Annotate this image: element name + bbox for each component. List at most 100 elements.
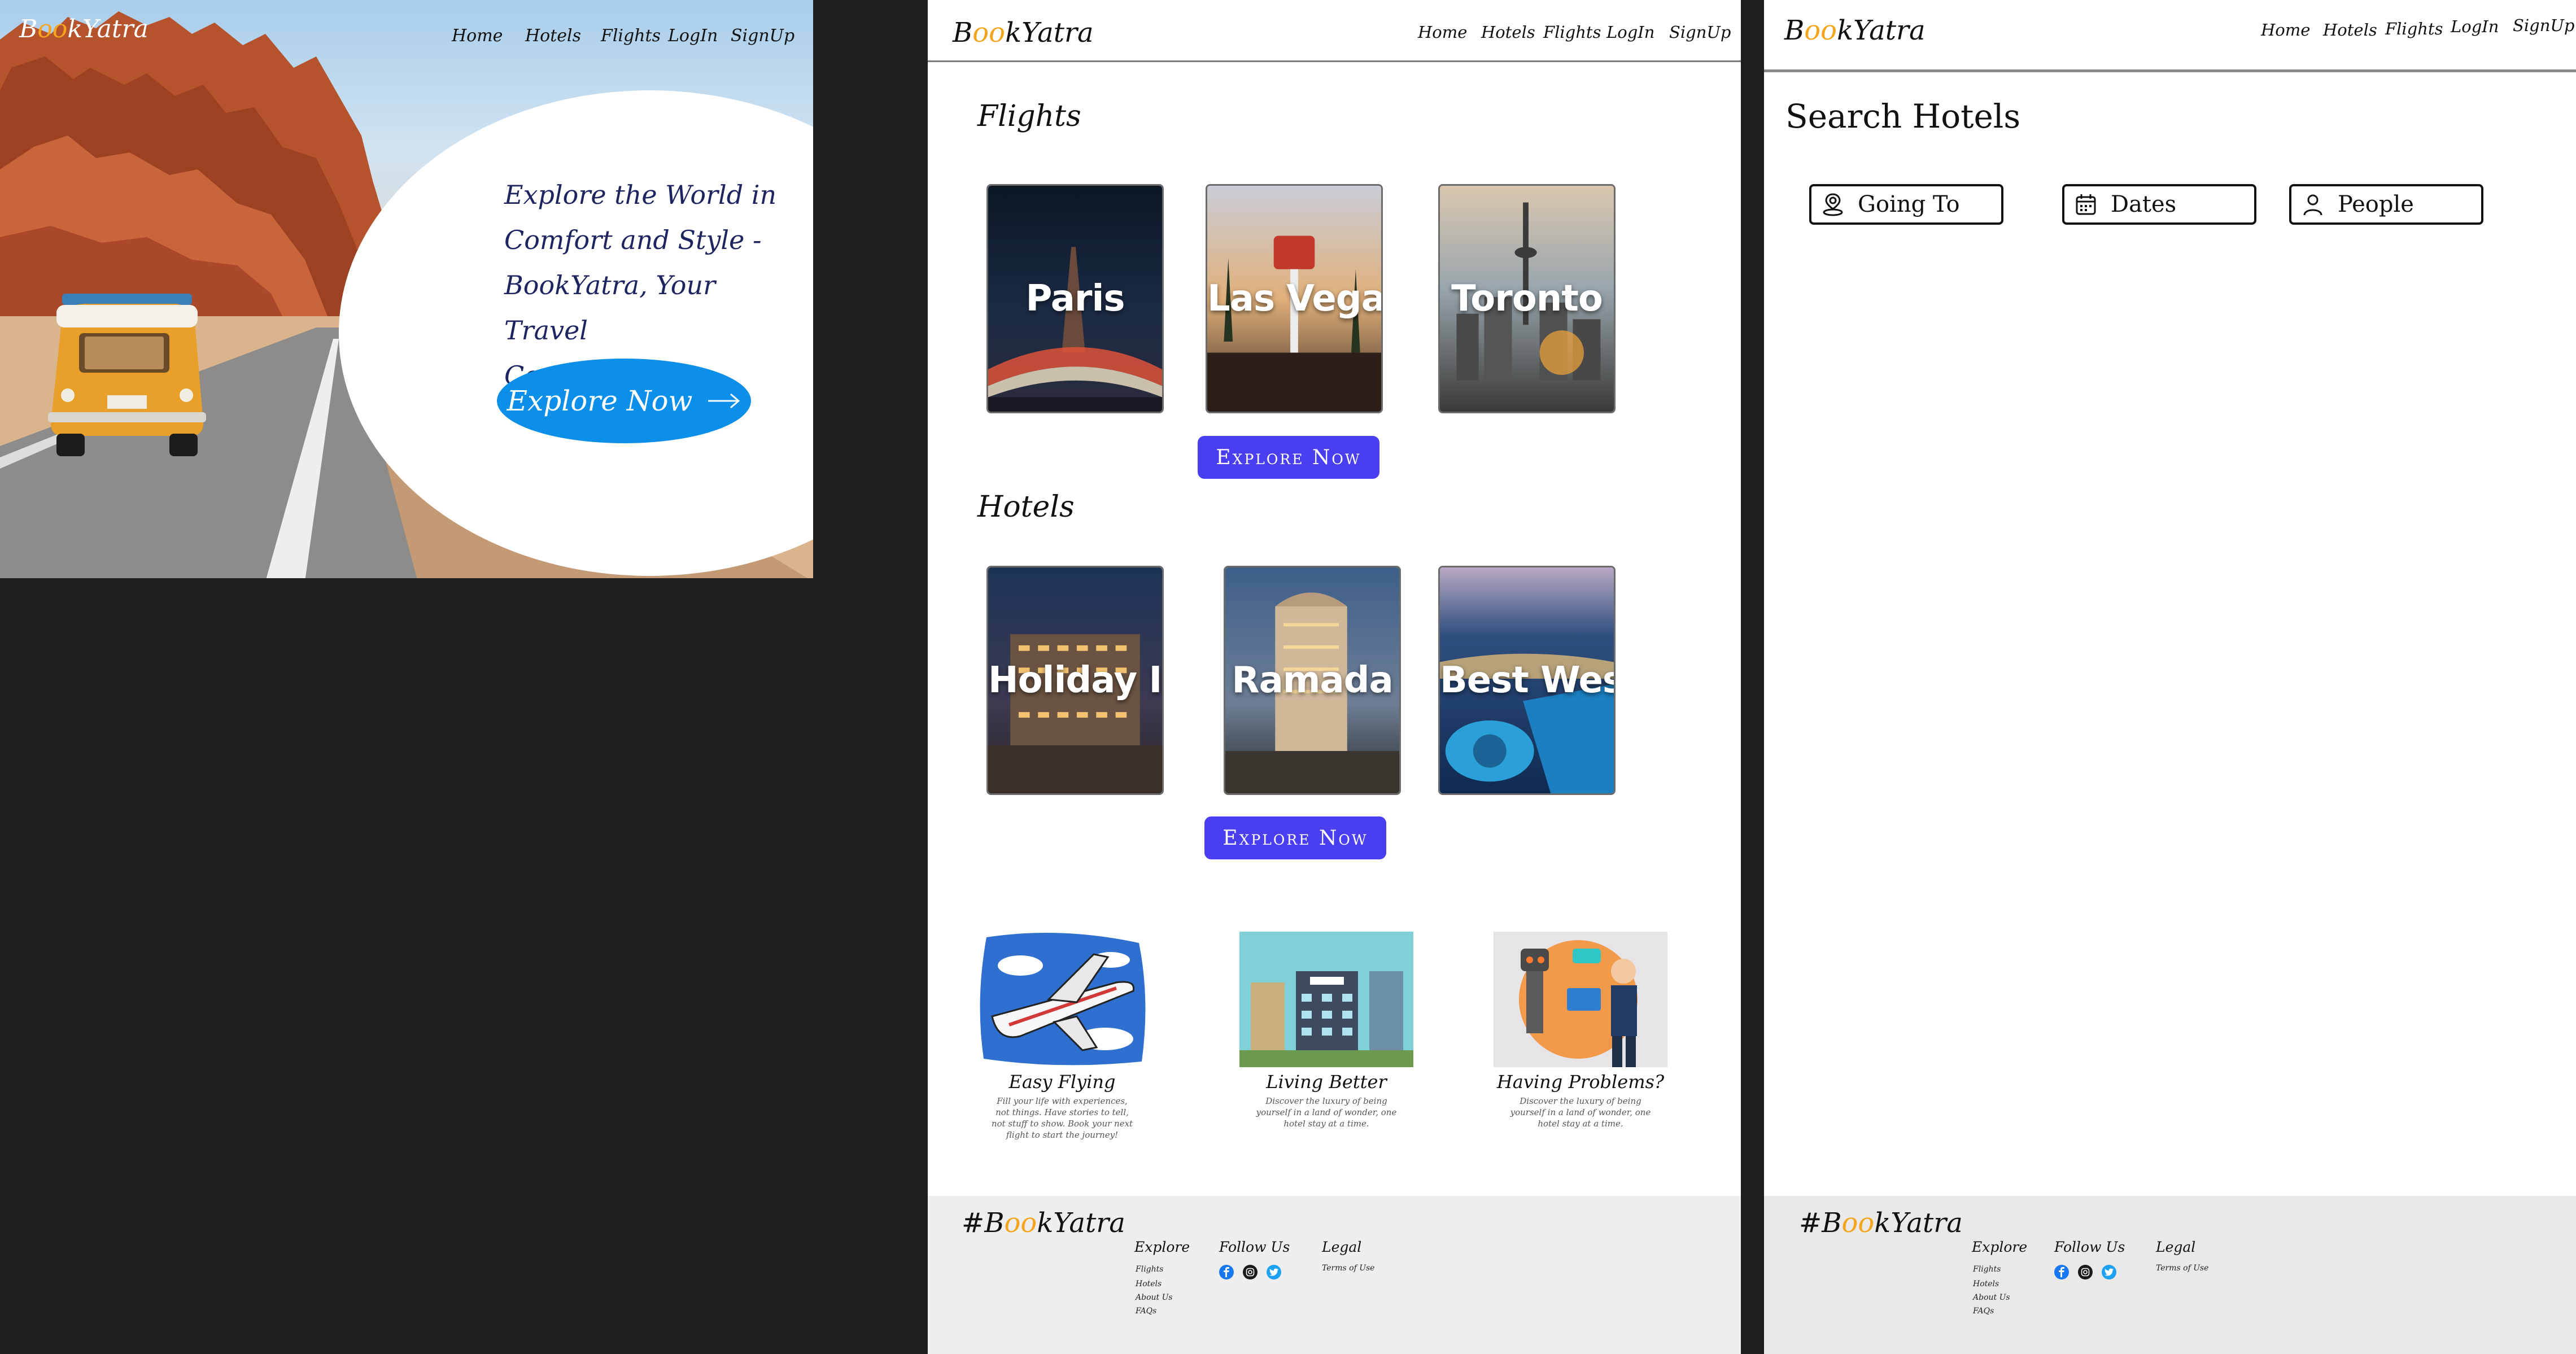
tagline-line: BookYatra, Your Travel (504, 270, 716, 346)
instagram-icon[interactable] (2078, 1265, 2093, 1279)
nav-home[interactable]: Home (1418, 23, 1467, 42)
logo-text: kYatra (1837, 15, 1926, 46)
footer-follow-heading: Follow Us (2054, 1239, 2125, 1255)
nav-signup[interactable]: SignUp (1669, 23, 1731, 42)
going-to-field[interactable]: Going To (1809, 184, 2003, 225)
feature-title: Easy Flying (1008, 1071, 1116, 1093)
logo-text: kYatra (1037, 1207, 1125, 1239)
logo-text: B (19, 15, 38, 43)
facebook-icon[interactable] (1219, 1265, 1234, 1279)
facebook-icon[interactable] (2054, 1265, 2069, 1279)
hero-logo[interactable]: BookYatra (19, 15, 149, 43)
logo-oo: oo (972, 17, 1006, 49)
nav-hotels[interactable]: Hotels (2323, 20, 2377, 40)
footer-link-faqs[interactable]: FAQs (1136, 1307, 1156, 1316)
instagram-icon[interactable] (1243, 1265, 1258, 1279)
footer-logo[interactable]: #BookYatra (962, 1207, 1125, 1239)
twitter-icon[interactable] (2102, 1265, 2116, 1279)
top-navbar: BookYatra Home Hotels Flights LogIn Sign… (1764, 0, 2576, 72)
search-hotels-panel: BookYatra Home Hotels Flights LogIn Sign… (1764, 0, 2576, 1354)
footer-link-about-us[interactable]: About Us (1973, 1293, 2010, 1302)
living-better-hotel-illustration (1239, 932, 1413, 1067)
landing-panel: BookYatra Home Hotels Flights LogIn Sign… (928, 0, 1741, 1354)
twitter-icon[interactable] (1267, 1265, 1281, 1279)
hotel-card-holiday-inn[interactable]: Holiday Inn (986, 566, 1164, 795)
logo-oo: oo (1804, 15, 1837, 46)
location-pin-icon (1823, 193, 1843, 216)
tagline-line: Comfort and Style - (504, 225, 762, 255)
nav-login[interactable]: LogIn (1606, 23, 1654, 42)
logo-oo: oo (37, 15, 68, 43)
hotel-card-ramada[interactable]: Ramada (1224, 566, 1401, 795)
logo-text: kYatra (1874, 1207, 1963, 1239)
card-label: Holiday Inn (988, 659, 1162, 701)
tagline-line: Explore the World in (504, 180, 777, 210)
footer-explore-heading: Explore (1134, 1239, 1190, 1255)
card-label: Best Western (1440, 659, 1616, 701)
footer-link-terms-of-use[interactable]: Terms of Use (2156, 1264, 2208, 1273)
nav-hotels[interactable]: Hotels (525, 26, 581, 46)
footer-link-about-us[interactable]: About Us (1136, 1293, 1173, 1302)
footer-link-flights[interactable]: Flights (1973, 1265, 2001, 1274)
nav-flights[interactable]: Flights (1543, 23, 1601, 42)
site-logo[interactable]: BookYatra (953, 17, 1094, 49)
footer-follow-heading: Follow Us (1219, 1239, 1290, 1255)
flight-card-toronto[interactable]: Toronto (1438, 184, 1616, 413)
nav-flights[interactable]: Flights (601, 26, 661, 46)
nav-home[interactable]: Home (2261, 20, 2310, 40)
hotels-explore-now-button[interactable]: Explore Now (1204, 816, 1386, 859)
going-to-label: Going To (1858, 191, 1960, 217)
feature-description: Fill your life with experiences, not thi… (991, 1096, 1133, 1140)
nav-login[interactable]: LogIn (2451, 17, 2499, 36)
explore-now-label: Explore Now (507, 385, 693, 417)
search-hotels-title: Search Hotels (1785, 97, 2021, 136)
site-logo[interactable]: BookYatra (1784, 15, 1926, 46)
nav-home[interactable]: Home (452, 26, 503, 46)
hero-panel: BookYatra Home Hotels Flights LogIn Sign… (0, 0, 813, 578)
footer-link-hotels[interactable]: Hotels (1973, 1279, 1999, 1289)
arrow-right-icon (708, 393, 740, 409)
card-label: Las Vegas (1207, 278, 1383, 320)
logo-text: kYatra (67, 15, 149, 43)
dates-field[interactable]: Dates (2062, 184, 2256, 225)
footer-link-terms-of-use[interactable]: Terms of Use (1322, 1264, 1374, 1273)
footer-explore-heading: Explore (1972, 1239, 2028, 1255)
nav-signup[interactable]: SignUp (2513, 16, 2574, 35)
logo-oo: oo (1004, 1207, 1037, 1239)
feature-description: Discover the luxury of being yourself in… (1256, 1096, 1397, 1129)
logo-text: #B (962, 1207, 1005, 1239)
hotel-card-best-western[interactable]: Best Western (1438, 566, 1616, 795)
nav-login[interactable]: LogIn (668, 26, 718, 46)
footer-logo[interactable]: #BookYatra (1799, 1207, 1963, 1239)
flight-card-paris[interactable]: Paris (986, 184, 1164, 413)
landing-footer: #BookYatra Explore Flights Hotels About … (928, 1196, 1741, 1354)
flights-explore-now-button[interactable]: Explore Now (1198, 436, 1379, 479)
card-label: Paris (1025, 278, 1125, 320)
flights-section-title: Flights (977, 99, 1081, 133)
calendar-icon (2076, 194, 2096, 215)
nav-flights[interactable]: Flights (2385, 19, 2443, 38)
feature-title: Having Problems? (1496, 1071, 1665, 1093)
footer-link-flights[interactable]: Flights (1136, 1265, 1163, 1274)
yellow-van-image (48, 294, 206, 456)
nav-hotels[interactable]: Hotels (1481, 23, 1535, 42)
logo-text: B (953, 17, 973, 49)
flight-card-las-vegas[interactable]: Las Vegas (1206, 184, 1383, 413)
dates-label: Dates (2111, 191, 2177, 217)
footer-link-hotels[interactable]: Hotels (1136, 1279, 1162, 1289)
nav-signup[interactable]: SignUp (731, 26, 794, 46)
people-field[interactable]: People (2289, 184, 2483, 225)
card-label: Toronto (1451, 278, 1603, 320)
card-label: Ramada (1232, 659, 1393, 701)
feature-description: Discover the luxury of being yourself in… (1510, 1096, 1651, 1129)
people-label: People (2338, 191, 2414, 217)
logo-text: B (1784, 15, 1805, 46)
logo-oo: oo (1841, 1207, 1875, 1239)
footer-legal-heading: Legal (2156, 1239, 2196, 1255)
having-problems-support-illustration (1494, 932, 1667, 1067)
explore-now-button[interactable]: Explore Now (497, 359, 751, 443)
top-navbar: BookYatra Home Hotels Flights LogIn Sign… (928, 0, 1741, 62)
person-icon (2303, 194, 2322, 216)
footer-link-faqs[interactable]: FAQs (1973, 1307, 1994, 1316)
logo-text: kYatra (1005, 17, 1094, 49)
